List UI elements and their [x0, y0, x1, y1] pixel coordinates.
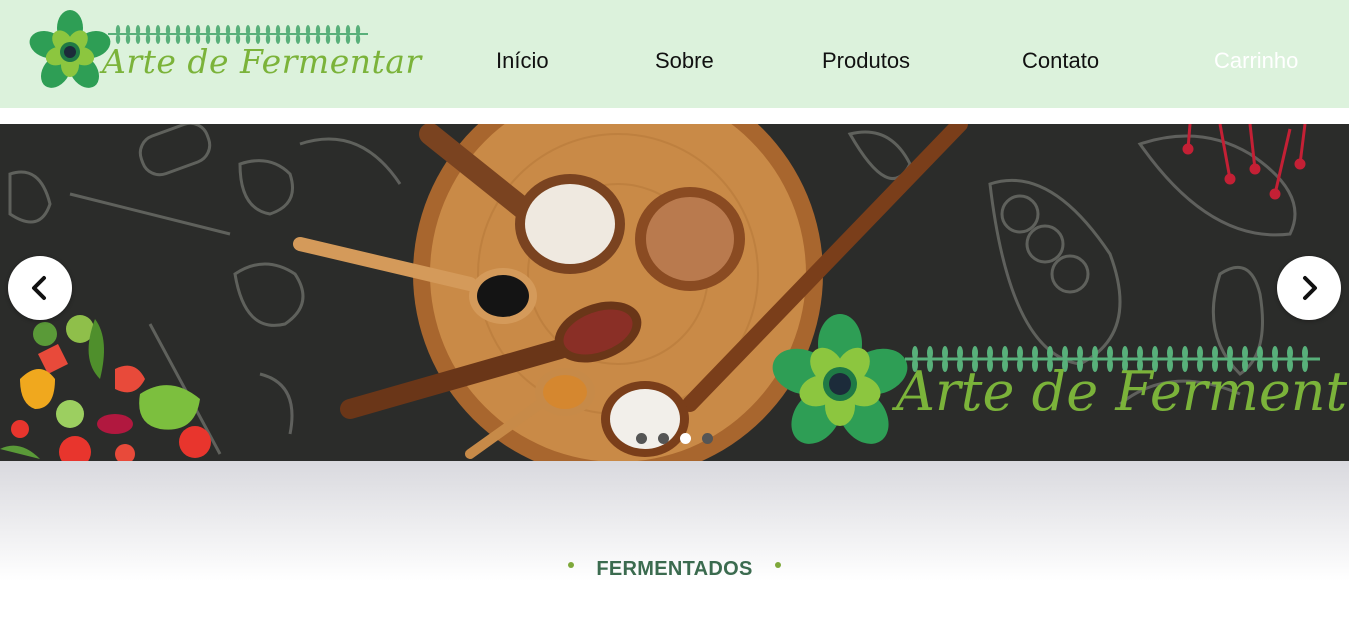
section-title: FERMENTADOS: [596, 558, 753, 580]
nav-item-sobre[interactable]: Sobre: [655, 48, 714, 74]
carousel-dot[interactable]: [636, 433, 647, 444]
site-logo[interactable]: Arte de Fermentar: [28, 8, 421, 96]
bullet-right: [774, 561, 781, 568]
nav-item-produtos[interactable]: Produtos: [822, 48, 910, 74]
nav-item-contato[interactable]: Contato: [1022, 48, 1099, 74]
chevron-right-icon: [1303, 276, 1317, 300]
carousel-dot[interactable]: [680, 433, 691, 444]
section-heading: FERMENTADOS: [0, 558, 1349, 581]
bullet-left: [568, 561, 575, 568]
carousel-prev-button[interactable]: [8, 256, 72, 320]
site-header: Arte de Fermentar Início Sobre Produtos …: [0, 0, 1349, 108]
hero-carousel: Arte de Fermentar: [0, 124, 1349, 461]
banner-brand-name: Arte de Fermentar: [896, 360, 1349, 423]
nav-item-inicio[interactable]: Início: [496, 48, 549, 74]
nav-item-carrinho[interactable]: Carrinho: [1214, 48, 1298, 74]
chevron-left-icon: [32, 276, 46, 300]
carousel-dot[interactable]: [702, 433, 713, 444]
carousel-dot[interactable]: [658, 433, 669, 444]
carousel-next-button[interactable]: [1277, 256, 1341, 320]
brand-name: Arte de Fermentar: [102, 42, 422, 81]
